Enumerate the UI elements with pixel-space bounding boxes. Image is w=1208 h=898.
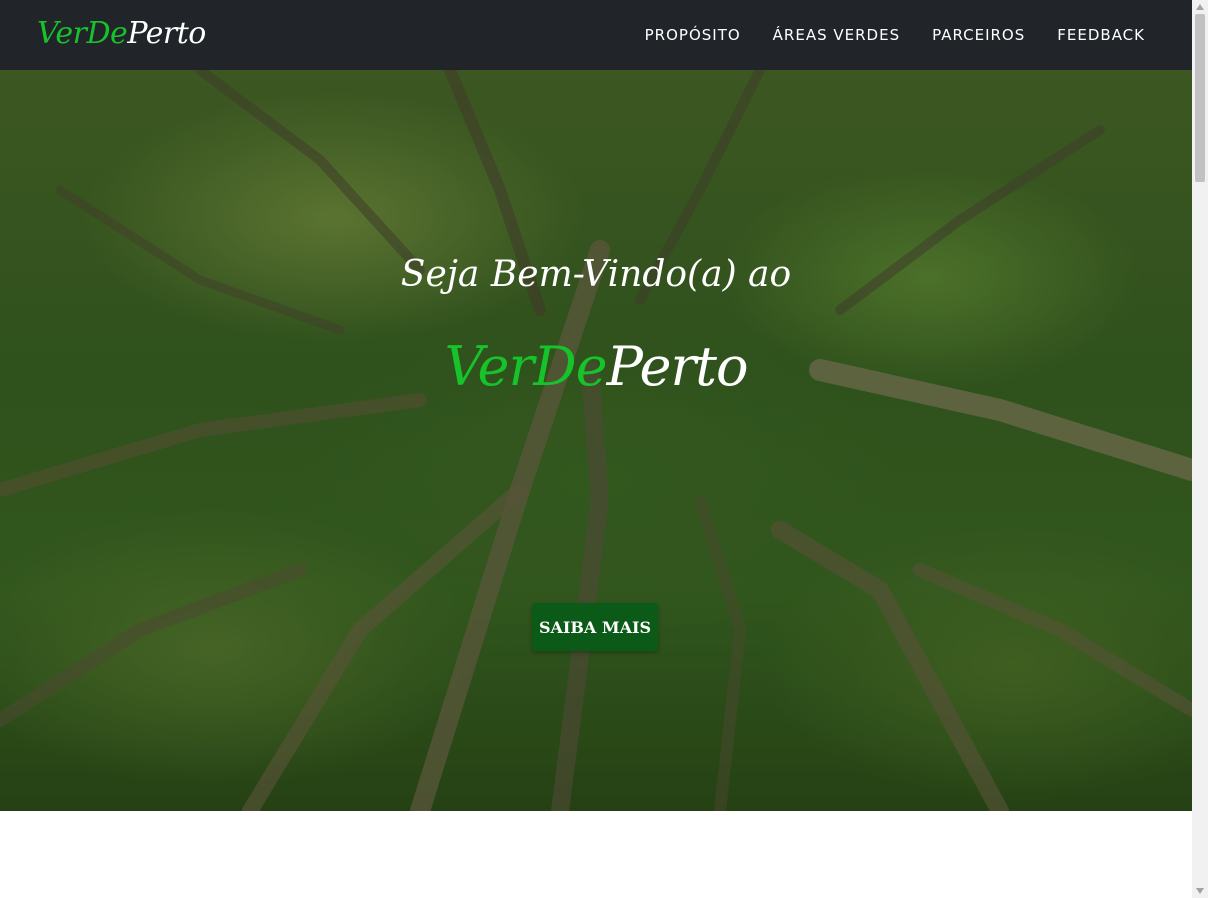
scroll-thumb[interactable] bbox=[1195, 14, 1205, 182]
hero-brand-part1: VerDe bbox=[444, 335, 608, 398]
hero-brand: VerDePerto bbox=[0, 332, 1192, 402]
page: VerDePerto PROPÓSITO ÁREAS VERDES PARCEI… bbox=[0, 0, 1192, 898]
nav-link-areas-verdes[interactable]: ÁREAS VERDES bbox=[773, 26, 900, 44]
scrollbar[interactable] bbox=[1192, 0, 1208, 898]
hero-title: Seja Bem-Vindo(a) ao bbox=[400, 254, 792, 295]
saiba-mais-button[interactable]: SAIBA MAIS bbox=[532, 603, 658, 651]
hero-brand-part2: Perto bbox=[606, 335, 749, 398]
brand-logo-part1: VerDe bbox=[37, 16, 128, 51]
hero-section: Seja Bem-Vindo(a) ao VerDePerto SAIBA MA… bbox=[0, 70, 1192, 811]
nav-link-feedback[interactable]: FEEDBACK bbox=[1057, 26, 1145, 44]
hero-overlay bbox=[0, 70, 1192, 811]
brand-logo-part2: Perto bbox=[127, 16, 206, 51]
brand-logo[interactable]: VerDePerto bbox=[37, 14, 206, 54]
navbar: VerDePerto PROPÓSITO ÁREAS VERDES PARCEI… bbox=[0, 0, 1192, 70]
nav-menu: PROPÓSITO ÁREAS VERDES PARCEIROS FEEDBAC… bbox=[645, 0, 1145, 70]
scroll-down-icon[interactable] bbox=[1192, 884, 1208, 898]
scroll-up-icon[interactable] bbox=[1192, 0, 1208, 14]
nav-link-proposito[interactable]: PROPÓSITO bbox=[645, 26, 741, 44]
nav-link-parceiros[interactable]: PARCEIROS bbox=[932, 26, 1025, 44]
